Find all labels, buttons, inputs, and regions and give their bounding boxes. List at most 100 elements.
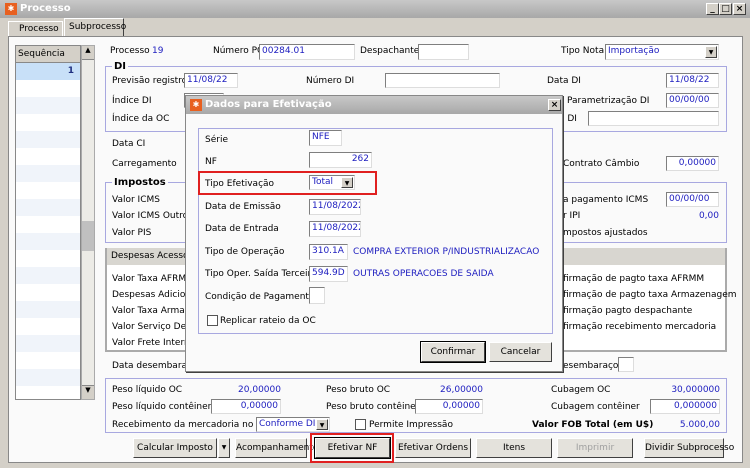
processo-label: Processo [110,46,150,56]
peso-bruto-oc-value: 26,00000 [440,385,483,395]
emissao-input[interactable]: 11/08/2022 [309,199,361,215]
operacao-input[interactable]: 310.1A [309,244,348,260]
list-row[interactable]: 1 [16,63,80,80]
replicar-label: Replicar rateio da OC [220,316,316,326]
itens-button[interactable]: Itens [476,438,552,458]
chevron-down-icon[interactable]: ▼ [705,46,717,58]
impostos-title: Impostos [112,177,168,188]
di-title: DI [112,61,129,72]
despesa-item: Valor Taxa AFRMM [112,274,194,284]
data-di-input[interactable]: 11/08/22 [666,73,719,88]
recebimento-label: Recebimento da mercadoria no CD [112,420,270,430]
scroll-down-icon[interactable]: ▼ [82,385,94,399]
pag-icms-input[interactable]: 00/00/00 [666,192,719,207]
condicao-label: Condição de Pagamento [205,292,315,302]
efetivar-nf-button[interactable]: Efetivar NF [314,437,391,459]
scroll-up-icon[interactable]: ▲ [82,46,94,60]
fob-value: 5.000,00 [679,420,720,430]
cubagem-cont-input[interactable]: 0,000000 [650,399,720,414]
dialog-close-button[interactable]: × [548,99,561,111]
chevron-down-icon[interactable]: ▼ [341,177,353,188]
confirmacao-item: firmação recebimento mercadoria [563,322,717,332]
processo-value: 19 [152,46,164,56]
po-input[interactable]: 00284.01 [259,44,355,60]
param-input[interactable]: 00/00/00 [666,93,719,108]
tipo-efetivacao-select[interactable]: Total ▼ [309,175,355,190]
tab-subprocesso[interactable]: Subprocesso [64,18,126,37]
peso-liq-cont-input[interactable]: 0,00000 [211,399,281,414]
entrada-input[interactable]: 11/08/2022 [309,221,361,237]
ipi-value: 0,00 [698,211,719,221]
despachante-label: Despachante [360,46,420,56]
permite-impressao-checkbox[interactable] [355,419,366,430]
window-title: Processo [20,3,71,14]
recebimento-value: Conforme DI [259,419,316,429]
calcular-imposto-button[interactable]: Calcular Imposto [133,438,217,458]
app-icon: ✱ [5,3,17,15]
previsao-label: Previsão registro [112,76,188,86]
tipo-nota-label: Tipo Nota [561,46,605,56]
efetivar-ordens-button[interactable]: Efetivar Ordens [395,438,471,458]
confirmar-button[interactable]: Confirmar [420,341,486,363]
pis-label: Valor PIS [112,228,152,238]
contrato-input[interactable]: 0,00000 [666,156,719,171]
peso-bruto-cont-input[interactable]: 0,00000 [415,399,483,414]
operacao-label: Tipo de Operação [205,247,285,257]
nf-input[interactable]: 262 [309,152,372,168]
desembaraco-input[interactable] [618,357,634,372]
tipo-nota-value: Importação [608,46,660,56]
tipo-efetivacao-value: Total [312,177,334,187]
recebimento-select[interactable]: Conforme DI ▼ [256,417,330,432]
close-button[interactable]: × [733,3,746,15]
despachante-input[interactable] [418,44,469,60]
indice-di-label: Índice DI [112,96,152,106]
cancelar-button[interactable]: Cancelar [489,342,552,362]
confirmacao-item: firmação pagto despachante [563,306,693,316]
chevron-down-icon: ▼ [221,444,227,451]
tipo-nota-select[interactable]: Importação ▼ [605,44,719,60]
list-scrollbar[interactable]: ▲ ▼ [81,45,95,400]
fob-label: Valor FOB Total (em U$) [532,420,654,430]
operacao-desc: COMPRA EXTERIOR P/INDUSTRIALIZACAO [353,247,540,257]
sequence-list: Sequência 1 [15,45,81,400]
calcular-dropdown-button[interactable]: ▼ [218,438,230,458]
chevron-down-icon[interactable]: ▼ [316,419,328,430]
param-label: Parametrização DI [567,96,650,106]
condicao-input[interactable] [309,287,325,304]
maximize-button[interactable]: □ [719,3,732,15]
peso-liq-cont-label: Peso líquido contêiner [112,402,212,412]
contrato-label: Contrato Câmbio [563,159,640,169]
data-di-label: Data DI [547,76,581,86]
numero-di-input[interactable] [385,73,500,88]
list-header[interactable]: Sequência [16,46,80,63]
title-bar: ✱ Processo _ □ × [0,0,750,18]
minimize-button[interactable]: _ [706,3,719,15]
emissao-label: Data de Emissão [205,202,281,212]
ipi-label: r IPI [563,211,581,221]
dialog-title: Dados para Efetivação [205,99,332,110]
ajustados-label: mpostos ajustados [563,228,648,238]
po-label: Número PO [213,46,265,56]
dialog-title-bar: ✱ Dados para Efetivação × [186,96,562,114]
saida-input[interactable]: 594.9D [309,266,348,282]
dividir-subprocesso-button[interactable]: Dividir Subprocesso [644,438,734,458]
dialog-icon: ✱ [190,99,202,111]
tipo-efetivacao-label: Tipo Efetivação [205,179,275,189]
saida-label: Tipo Oper. Saída Terceiro [205,269,317,279]
entrada-label: Data de Entrada [205,224,279,234]
tab-processo[interactable]: Processo [8,21,63,36]
replicar-checkbox[interactable] [207,315,218,326]
despesa-item: Valor Frete Interno [112,338,196,348]
saida-desc: OUTRAS OPERACOES DE SAIDA [353,269,494,279]
indice-oc-label: Índice da OC [112,114,170,124]
permite-impressao-label: Permite Impressão [369,420,453,430]
imprimir-button: Imprimir [557,438,633,458]
cubagem-cont-label: Cubagem contêiner [551,402,640,412]
cubagem-oc-value: 30,000000 [671,385,720,395]
acompanhamento-button[interactable]: Acompanhamento [235,438,318,458]
serie-input[interactable]: NFE [309,130,342,146]
local-di-input[interactable] [588,111,719,126]
previsao-input[interactable]: 11/08/22 [184,73,238,88]
peso-liq-oc-label: Peso líquido OC [112,385,183,395]
pag-icms-label: a pagamento ICMS [563,195,649,205]
